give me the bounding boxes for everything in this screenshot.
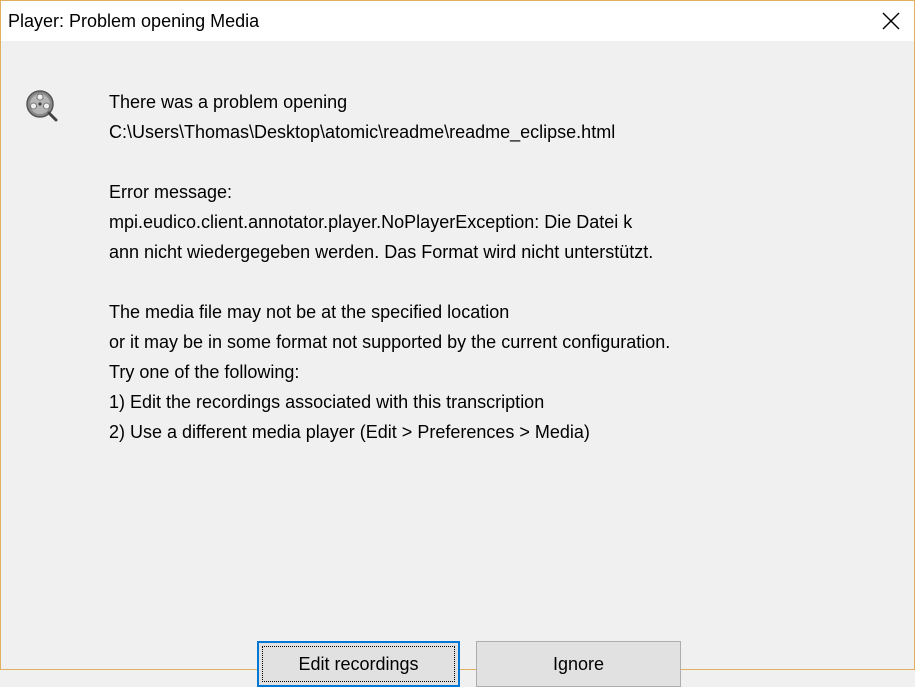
error-message: There was a problem opening C:\Users\Tho… — [109, 87, 909, 447]
close-icon — [882, 12, 900, 30]
ignore-label: Ignore — [552, 653, 605, 674]
message-line-error-heading: Error message: — [109, 182, 233, 202]
message-line-exception: mpi.eudico.client.annotator.player.NoPla… — [109, 212, 633, 232]
title-bar[interactable]: Player: Problem opening Media — [1, 1, 914, 41]
message-line-hint: The media file may not be at the specifi… — [109, 302, 510, 322]
message-line-exception-cont: ann nicht wiedergegeben werden. Das Form… — [109, 242, 654, 262]
message-line: There was a problem opening — [109, 92, 348, 112]
media-reel-icon — [26, 90, 58, 122]
message-spacer — [109, 267, 909, 297]
message-spacer — [109, 147, 909, 177]
message-line-try: Try one of the following: — [109, 362, 300, 382]
message-line-hint-cont: or it may be in some format not supporte… — [109, 332, 671, 352]
message-line-file-path: C:\Users\Thomas\Desktop\atomic\readme\re… — [109, 122, 616, 142]
message-line-option-1: 1) Edit the recordings associated with t… — [109, 392, 545, 412]
edit-recordings-button[interactable]: Edit recordings — [257, 641, 460, 687]
edit-recordings-label: Edit recordings — [298, 653, 419, 674]
close-button[interactable] — [868, 1, 914, 41]
ignore-button[interactable]: Ignore — [476, 641, 681, 687]
dialog-content: There was a problem opening C:\Users\Tho… — [1, 41, 914, 687]
message-line-option-2: 2) Use a different media player (Edit > … — [109, 422, 590, 442]
dialog-window: Player: Problem opening Media There was … — [0, 0, 915, 687]
window-title: Player: Problem opening Media — [8, 11, 260, 31]
